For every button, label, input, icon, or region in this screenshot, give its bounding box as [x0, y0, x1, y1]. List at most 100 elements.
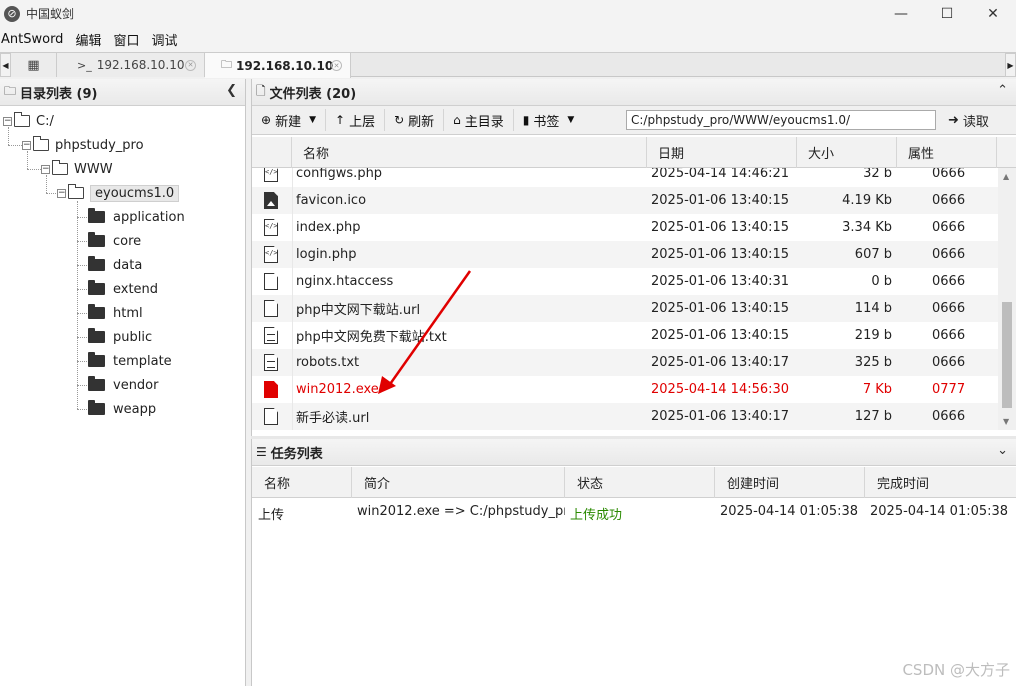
scrollbar-thumb[interactable]: [1002, 302, 1012, 408]
file-date: 2025-01-06 13:40:15: [651, 328, 790, 343]
up-button[interactable]: ↑ 上层: [326, 109, 386, 131]
menu-debug[interactable]: 调试: [151, 30, 183, 49]
collapse-up-icon[interactable]: ⌃: [997, 83, 1008, 98]
text-file-icon: [264, 354, 278, 371]
file-size: 607 b: [854, 247, 892, 262]
tab-scroll-right-icon[interactable]: ▶: [1005, 53, 1016, 77]
file-date: 2025-01-06 13:40:17: [651, 355, 790, 370]
php-file-icon: [264, 246, 278, 263]
tab-scroll-left-icon[interactable]: ◀: [0, 53, 11, 77]
file-name: configws.php: [296, 168, 383, 181]
bookmark-button-label: 书签: [533, 114, 560, 130]
task-panel-title: 任务列表: [270, 446, 323, 462]
tree-node-eyoucms[interactable]: − eyoucms1.0: [57, 183, 180, 203]
tree-node-phpstudy[interactable]: − phpstudy_pro: [22, 135, 144, 155]
caret-down-icon: ▼: [309, 115, 316, 125]
file-size: 7 Kb: [862, 382, 892, 397]
file-name: win2012.exe: [296, 382, 379, 397]
task-row[interactable]: 上传 win2012.exe => C:/phpstudy_pro/W 上传成功…: [252, 498, 1016, 525]
task-column-status[interactable]: 状态: [565, 467, 715, 498]
read-button[interactable]: ➜ 读取: [942, 110, 995, 130]
column-name[interactable]: 名称: [292, 137, 647, 168]
task-column-created[interactable]: 创建时间: [715, 467, 865, 498]
task-column-desc[interactable]: 简介: [352, 467, 565, 498]
scroll-down-icon[interactable]: ▼: [1003, 417, 1009, 426]
file-row[interactable]: robots.txt 2025-01-06 13:40:17 325 b 0666: [252, 349, 998, 376]
task-panel: ☰ 任务列表 ⌄ 名称 简介 状态 创建时间 完成时间 上传 win2012.e…: [251, 439, 1016, 686]
home-button[interactable]: ⌂ 主目录: [444, 109, 514, 131]
folder-open-icon: [68, 184, 84, 199]
folder-icon: [88, 400, 105, 415]
tree-node-child[interactable]: weapp: [88, 399, 156, 419]
file-grid-header: 名称 日期 大小 属性: [252, 137, 1016, 168]
file-row[interactable]: win2012.exe 2025-04-14 14:56:30 7 Kb 0777: [252, 376, 998, 403]
path-input[interactable]: [626, 110, 936, 130]
tree-node-child[interactable]: core: [88, 231, 141, 251]
tree-node-child[interactable]: public: [88, 327, 152, 347]
file-row[interactable]: login.php 2025-01-06 13:40:15 607 b 0666: [252, 241, 998, 268]
tree-node-child[interactable]: vendor: [88, 375, 158, 395]
file-row[interactable]: php中文网下载站.url 2025-01-06 13:40:15 114 b 066…: [252, 295, 998, 322]
file-row[interactable]: configws.php 2025-04-14 14:46:21 32 b 0666: [252, 168, 998, 187]
task-column-name[interactable]: 名称: [252, 467, 352, 498]
tree-node-child[interactable]: data: [88, 255, 142, 275]
bookmark-button[interactable]: ▮ 书签 ▼: [514, 109, 584, 131]
tree-node-www[interactable]: − WWW: [41, 159, 113, 179]
new-button[interactable]: ⊕ 新建 ▼: [252, 109, 326, 131]
menu-antsword[interactable]: AntSword: [0, 32, 69, 47]
collapse-down-icon[interactable]: ⌄: [997, 443, 1008, 458]
folder-icon: [88, 280, 105, 295]
scroll-up-icon[interactable]: ▲: [1003, 172, 1009, 181]
tree-node-root[interactable]: − C:/: [3, 111, 54, 131]
menu-bar: AntSword 编辑 窗口 调试: [0, 27, 1016, 52]
collapse-toggle-icon[interactable]: −: [41, 164, 50, 174]
menu-edit[interactable]: 编辑: [75, 30, 107, 49]
file-row[interactable]: nginx.htaccess 2025-01-06 13:40:31 0 b 0666: [252, 268, 998, 295]
file-name: php中文网免费下载站.txt: [296, 330, 447, 345]
collapse-left-icon[interactable]: ❮: [226, 83, 237, 98]
tab-file-manager[interactable]: 🗀 192.168.10.10 ✕: [205, 53, 351, 78]
tree-node-label: WWW: [74, 161, 113, 177]
file-list-scrollbar[interactable]: ▲ ▼: [998, 168, 1016, 430]
file-row[interactable]: favicon.ico 2025-01-06 13:40:15 4.19 Kb 066…: [252, 187, 998, 214]
tree-node-child[interactable]: html: [88, 303, 143, 323]
maximize-button[interactable]: ☐: [924, 0, 970, 27]
tree-node-child[interactable]: application: [88, 207, 185, 227]
collapse-toggle-icon[interactable]: −: [22, 140, 31, 150]
menu-window[interactable]: 窗口: [113, 30, 145, 49]
file-grid-body: configws.php2025-04-14 14:46:2132 b0666f…: [252, 168, 998, 430]
minimize-button[interactable]: —: [878, 0, 924, 27]
tab-terminal[interactable]: >_ 192.168.10.10 ✕: [57, 53, 205, 77]
column-date[interactable]: 日期: [647, 137, 797, 168]
arrow-up-icon: ↑: [335, 113, 346, 127]
tree-node-label: extend: [113, 281, 159, 297]
file-date: 2025-04-14 14:46:21: [651, 168, 790, 181]
collapse-toggle-icon[interactable]: −: [3, 116, 12, 126]
tree-node-child[interactable]: extend: [88, 279, 158, 299]
task-column-finished[interactable]: 完成时间: [865, 467, 1016, 498]
home-icon: ⌂: [453, 113, 461, 127]
tab-close-icon[interactable]: ✕: [185, 59, 196, 71]
file-row[interactable]: php中文网免费下载站.txt 2025-01-06 13:40:15 219 b 0…: [252, 322, 998, 349]
refresh-button[interactable]: ↻ 刷新: [385, 109, 445, 131]
tab-home[interactable]: ▦: [11, 53, 57, 77]
collapse-toggle-icon[interactable]: −: [57, 188, 66, 198]
tab-close-icon[interactable]: ✕: [331, 60, 342, 71]
column-attr[interactable]: 属性: [897, 137, 997, 168]
file-name: favicon.ico: [296, 193, 367, 208]
column-size[interactable]: 大小: [797, 137, 897, 168]
php-file-icon: [264, 168, 278, 182]
file-size: 4.19 Kb: [842, 193, 892, 208]
folder-icon: [88, 328, 105, 343]
window-title: 中国蚁剑: [26, 7, 75, 21]
file-attr: 0666: [932, 328, 966, 343]
file-attr: 0777: [932, 382, 966, 397]
bookmark-icon: ▮: [522, 113, 530, 127]
title-bar: ⊘ 中国蚁剑 — ☐ ✕: [0, 0, 1016, 27]
close-button[interactable]: ✕: [970, 0, 1016, 27]
directory-panel: 🗀 目录列表 (9) ❮ − C:/ − phpstudy_pro − WWW …: [0, 79, 246, 686]
file-row[interactable]: index.php 2025-01-06 13:40:15 3.34 Kb 0666: [252, 214, 998, 241]
tab-bar: ◀ ▦ >_ 192.168.10.10 ✕ 🗀 192.168.10.10 ✕…: [0, 52, 1016, 78]
file-row[interactable]: 新手必读.url 2025-01-06 13:40:17 127 b 0666: [252, 403, 998, 430]
tree-node-child[interactable]: template: [88, 351, 172, 371]
